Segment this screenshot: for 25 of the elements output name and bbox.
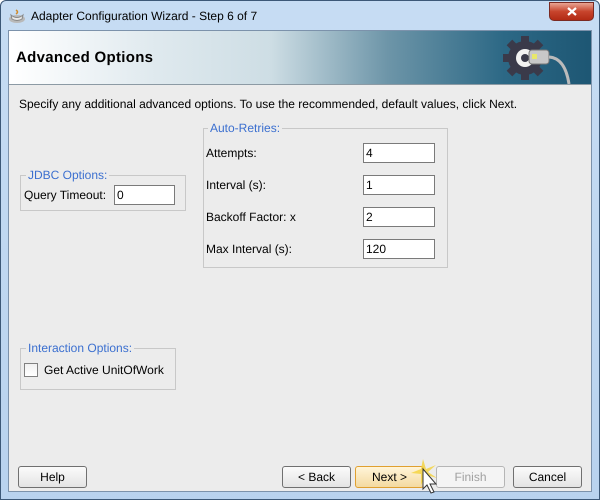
field-label: Backoff Factor: x bbox=[206, 210, 296, 224]
field-label: Query Timeout: bbox=[24, 188, 106, 202]
field-label: Interval (s): bbox=[206, 178, 266, 192]
group-title: JDBC Options: bbox=[27, 168, 108, 182]
wizard-button[interactable]: Cancel bbox=[513, 466, 582, 488]
input-field[interactable]: 4 bbox=[363, 143, 435, 163]
description-text: Specify any additional advanced options. To use the recommended, default values, click Next. bbox=[19, 97, 518, 111]
group-title: Auto-Retries: bbox=[209, 121, 282, 135]
page-heading: Advanced Options bbox=[16, 49, 154, 66]
checkbox[interactable] bbox=[24, 363, 38, 377]
group-title: Interaction Options: bbox=[27, 341, 134, 355]
input-field[interactable]: 2 bbox=[363, 207, 435, 227]
input-field[interactable]: 0 bbox=[114, 185, 176, 205]
window-title: Adapter Configuration Wizard - Step 6 of 7 bbox=[31, 8, 258, 22]
checkbox-label: Get Active UnitOfWork bbox=[44, 363, 164, 377]
wizard-button[interactable]: < Back bbox=[282, 466, 351, 488]
input-field[interactable]: 1 bbox=[363, 175, 435, 195]
cup-icon bbox=[8, 8, 26, 24]
close-icon bbox=[566, 6, 576, 16]
wizard-button[interactable]: Next > bbox=[355, 466, 424, 488]
close-button[interactable] bbox=[549, 2, 594, 20]
input-field[interactable]: 120 bbox=[363, 239, 435, 259]
field-label: Attempts: bbox=[206, 146, 257, 160]
wizard-button[interactable]: Help bbox=[18, 466, 87, 488]
field-label: Max Interval (s): bbox=[206, 242, 292, 256]
